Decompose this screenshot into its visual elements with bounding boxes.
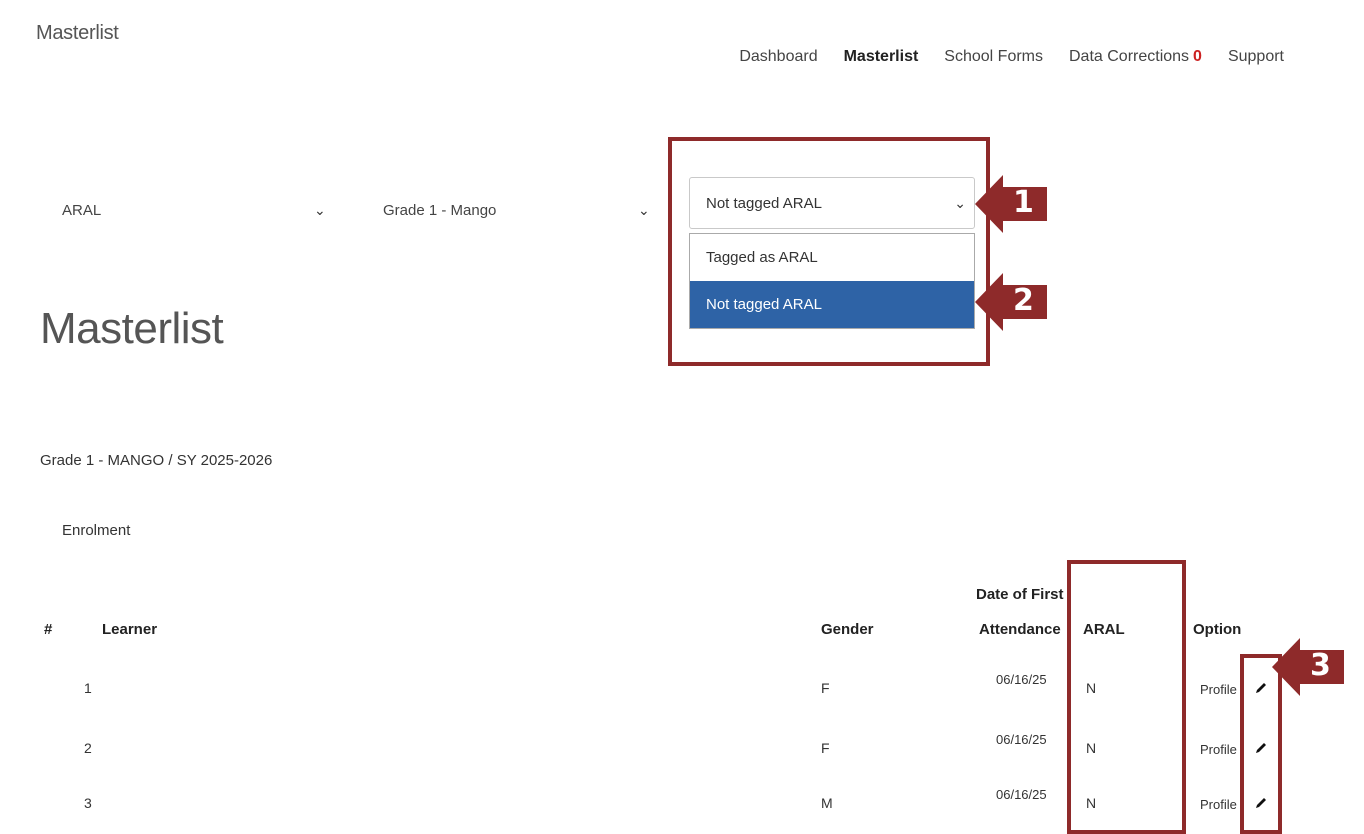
brand-title: Masterlist <box>36 22 119 44</box>
col-header-option: Option <box>1193 621 1242 638</box>
nav-dashboard[interactable]: Dashboard <box>739 48 817 66</box>
row-1-date: 06/16/25 <box>996 672 1047 687</box>
nav-support[interactable]: Support <box>1228 48 1284 66</box>
col-header-date-line1: Date of First <box>976 586 1064 603</box>
section-select-value: Grade 1 - Mango <box>383 201 497 219</box>
section-select[interactable]: Grade 1 - Mango ⌄ <box>383 195 658 225</box>
enrolment-label: Enrolment <box>62 522 131 539</box>
highlight-box-dropdown <box>668 137 990 366</box>
row-3-date: 06/16/25 <box>996 787 1047 802</box>
col-header-date-line2: Attendance <box>979 621 1061 638</box>
chevron-down-icon: ⌄ <box>314 201 326 218</box>
row-3-profile-link[interactable]: Profile <box>1200 797 1237 812</box>
arrow-left-icon <box>975 273 1047 331</box>
nav-data-corrections-label: Data Corrections <box>1069 48 1190 65</box>
top-navigation: Dashboard Masterlist School Forms Data C… <box>739 48 1284 66</box>
col-header-num: # <box>44 621 53 638</box>
nav-data-corrections[interactable]: Data Corrections 0 <box>1069 48 1202 66</box>
row-2-profile-link[interactable]: Profile <box>1200 742 1237 757</box>
row-3-num: 3 <box>84 795 92 811</box>
row-2-date: 06/16/25 <box>996 732 1047 747</box>
callout-number-3: 3 <box>1310 648 1331 683</box>
nav-school-forms[interactable]: School Forms <box>944 48 1043 66</box>
row-1-profile-link[interactable]: Profile <box>1200 682 1237 697</box>
callout-arrow-3: 3 <box>1272 638 1344 696</box>
callout-number-1: 1 <box>1013 185 1034 220</box>
arrow-left-icon <box>975 175 1047 233</box>
nav-masterlist[interactable]: Masterlist <box>844 48 919 66</box>
program-select-value: ARAL <box>62 201 102 219</box>
highlight-box-aral-column <box>1067 560 1186 834</box>
row-3-gender: M <box>821 795 833 811</box>
page-title: Masterlist <box>40 304 224 353</box>
arrow-left-icon <box>1272 638 1344 696</box>
chevron-down-icon: ⌄ <box>638 201 650 218</box>
callout-number-2: 2 <box>1013 283 1034 318</box>
data-corrections-badge: 0 <box>1193 48 1202 65</box>
row-2-gender: F <box>821 740 830 756</box>
col-header-learner: Learner <box>102 621 158 638</box>
page: Masterlist Dashboard Masterlist School F… <box>0 0 1364 834</box>
row-1-gender: F <box>821 680 830 696</box>
row-2-num: 2 <box>84 740 92 756</box>
col-header-gender: Gender <box>821 621 874 638</box>
callout-arrow-2: 2 <box>975 273 1047 331</box>
class-subtitle: Grade 1 - MANGO / SY 2025-2026 <box>40 452 273 469</box>
row-1-num: 1 <box>84 680 92 696</box>
callout-arrow-1: 1 <box>975 175 1047 233</box>
program-select[interactable]: ARAL ⌄ <box>62 195 332 225</box>
